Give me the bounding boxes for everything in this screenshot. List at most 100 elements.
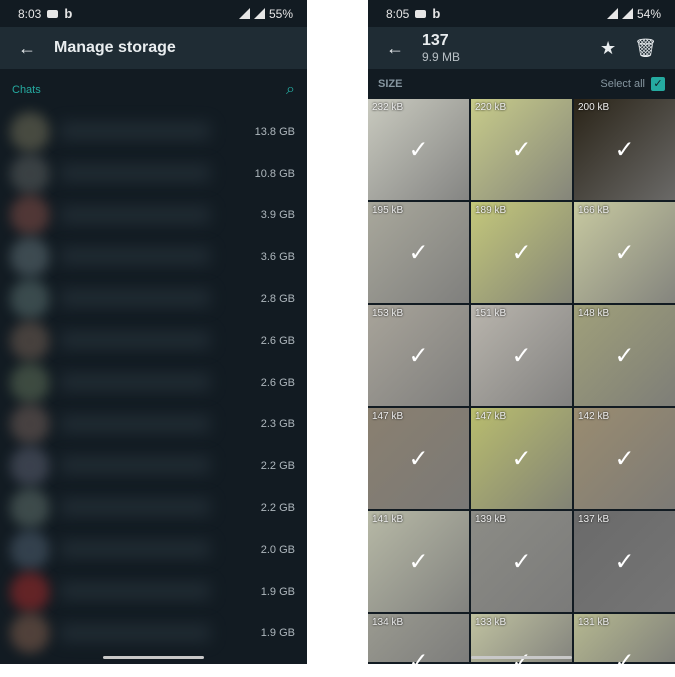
check-icon: ✓ [614, 342, 635, 369]
app-bar: ← Manage storage [0, 27, 307, 69]
media-thumbnail[interactable]: 220 kB ✓ [471, 99, 572, 200]
media-thumbnail[interactable]: 151 kB ✓ [471, 305, 572, 406]
chat-size: 2.2 GB [260, 502, 295, 515]
chat-name-blurred [60, 415, 210, 432]
signal-icon [238, 8, 250, 19]
chat-row[interactable]: 10.8 GB [0, 153, 307, 195]
media-thumbnail[interactable]: 195 kB ✓ [368, 202, 469, 303]
check-icon: ✓ [408, 445, 429, 472]
chat-size: 2.6 GB [260, 376, 295, 389]
time: 8:05 [386, 6, 410, 21]
chat-name-blurred [60, 123, 210, 139]
media-grid: 232 kB ✓ 220 kB ✓ 200 kB ✓ 195 kB ✓ 189 kB ✓ 166 k… [368, 99, 675, 676]
file-size: 153 kB [372, 308, 404, 319]
select-all-checkbox[interactable]: ✓ [651, 77, 665, 91]
battery: 55% [268, 6, 293, 21]
media-thumbnail[interactable]: 189 kB ✓ [471, 202, 572, 303]
file-size: 200 kB [578, 102, 610, 113]
check-icon: ✓ [408, 648, 429, 676]
sort-size-label: SIZE [378, 78, 403, 90]
chat-row[interactable]: 2.2 GB [0, 487, 307, 529]
chat-row[interactable]: 3.6 GB [0, 236, 307, 278]
chat-row[interactable]: 13.8 GB [0, 111, 307, 153]
check-icon: ✓ [511, 239, 532, 266]
media-thumbnail[interactable]: 142 kB ✓ [574, 408, 675, 509]
media-thumbnail[interactable]: 134 kB ✓ [368, 614, 469, 676]
file-size: 232 kB [372, 102, 404, 113]
avatar [10, 111, 50, 152]
chat-row[interactable]: 1.9 GB [0, 571, 307, 613]
avatar [10, 195, 50, 236]
media-thumbnail[interactable]: 200 kB ✓ [574, 99, 675, 200]
avatar [10, 529, 50, 570]
file-size: 142 kB [578, 411, 610, 422]
check-icon: ✓ [614, 239, 635, 266]
media-thumbnail[interactable]: 131 kB ✓ [574, 614, 675, 676]
avatar [10, 571, 50, 612]
chat-row[interactable]: 2.6 GB [0, 320, 307, 362]
chat-row[interactable]: 2.0 GB [0, 529, 307, 571]
media-thumbnail[interactable]: 148 kB ✓ [574, 305, 675, 406]
file-size: 134 kB [372, 617, 404, 628]
delete-icon[interactable]: 🗑 [634, 38, 657, 59]
media-thumbnail[interactable]: 166 kB ✓ [574, 202, 675, 303]
back-arrow-icon[interactable]: ← [0, 38, 54, 59]
avatar [10, 279, 50, 320]
file-size: 189 kB [475, 205, 507, 216]
chat-row[interactable]: 2.6 GB [0, 362, 307, 404]
chat-name-blurred [60, 331, 210, 348]
chat-name-blurred [60, 290, 210, 307]
chat-size: 2.8 GB [260, 293, 295, 306]
media-thumbnail[interactable]: 139 kB ✓ [471, 511, 572, 612]
chat-name-blurred [60, 499, 210, 516]
file-size: 131 kB [578, 617, 610, 628]
signal-icon [621, 8, 633, 19]
selected-count: 137 [422, 32, 449, 49]
check-icon: ✓ [511, 342, 532, 369]
check-icon: ✓ [614, 648, 635, 676]
avatar [10, 488, 50, 529]
chat-row[interactable]: 2.8 GB [0, 278, 307, 320]
page-title: Manage storage [54, 39, 176, 56]
signal-icon [253, 8, 265, 19]
time: 8:03 [18, 6, 42, 21]
chat-name-blurred [60, 582, 210, 599]
media-thumbnail[interactable]: 232 kB ✓ [368, 99, 469, 200]
check-icon: ✓ [614, 136, 635, 163]
star-icon[interactable]: ★ [600, 38, 616, 59]
search-icon[interactable]: ⌕ [286, 81, 295, 99]
chat-size: 13.8 GB [254, 125, 295, 138]
left-phone: 8:03 b 55% ← Manage storage Chats ⌕ 13.8… [0, 0, 307, 664]
avatar [10, 404, 50, 445]
avatar [10, 613, 50, 654]
chat-row[interactable]: 1.9 GB [0, 613, 307, 655]
select-all-label: Select all [600, 78, 645, 90]
media-thumbnail[interactable]: 133 kB ✓ [471, 614, 572, 676]
media-thumbnail[interactable]: 147 kB ✓ [471, 408, 572, 509]
avatar [10, 446, 50, 487]
file-size: 133 kB [475, 617, 507, 628]
avatar [10, 153, 50, 194]
chat-name-blurred [60, 624, 210, 641]
home-indicator[interactable] [471, 656, 572, 659]
chats-label: Chats [12, 84, 41, 96]
home-indicator[interactable] [103, 656, 204, 659]
check-icon: ✓ [511, 136, 532, 163]
media-thumbnail[interactable]: 153 kB ✓ [368, 305, 469, 406]
file-size: 147 kB [475, 411, 507, 422]
chat-name-blurred [60, 540, 210, 557]
check-icon: ✓ [511, 548, 532, 575]
file-size: 141 kB [372, 514, 404, 525]
file-size: 139 kB [475, 514, 507, 525]
file-size: 166 kB [578, 205, 610, 216]
chat-size: 2.2 GB [260, 460, 295, 473]
chat-row[interactable]: 2.2 GB [0, 445, 307, 487]
chat-row[interactable]: 3.9 GB [0, 195, 307, 237]
chat-name-blurred [60, 164, 210, 181]
chat-row[interactable]: 2.3 GB [0, 404, 307, 446]
chat-list: 13.8 GB 10.8 GB 3.9 GB 3.6 GB 2.8 GB 2.6 GB 2.… [0, 111, 307, 654]
media-thumbnail[interactable]: 137 kB ✓ [574, 511, 675, 612]
media-thumbnail[interactable]: 147 kB ✓ [368, 408, 469, 509]
media-thumbnail[interactable]: 141 kB ✓ [368, 511, 469, 612]
back-arrow-icon[interactable]: ← [368, 38, 422, 59]
